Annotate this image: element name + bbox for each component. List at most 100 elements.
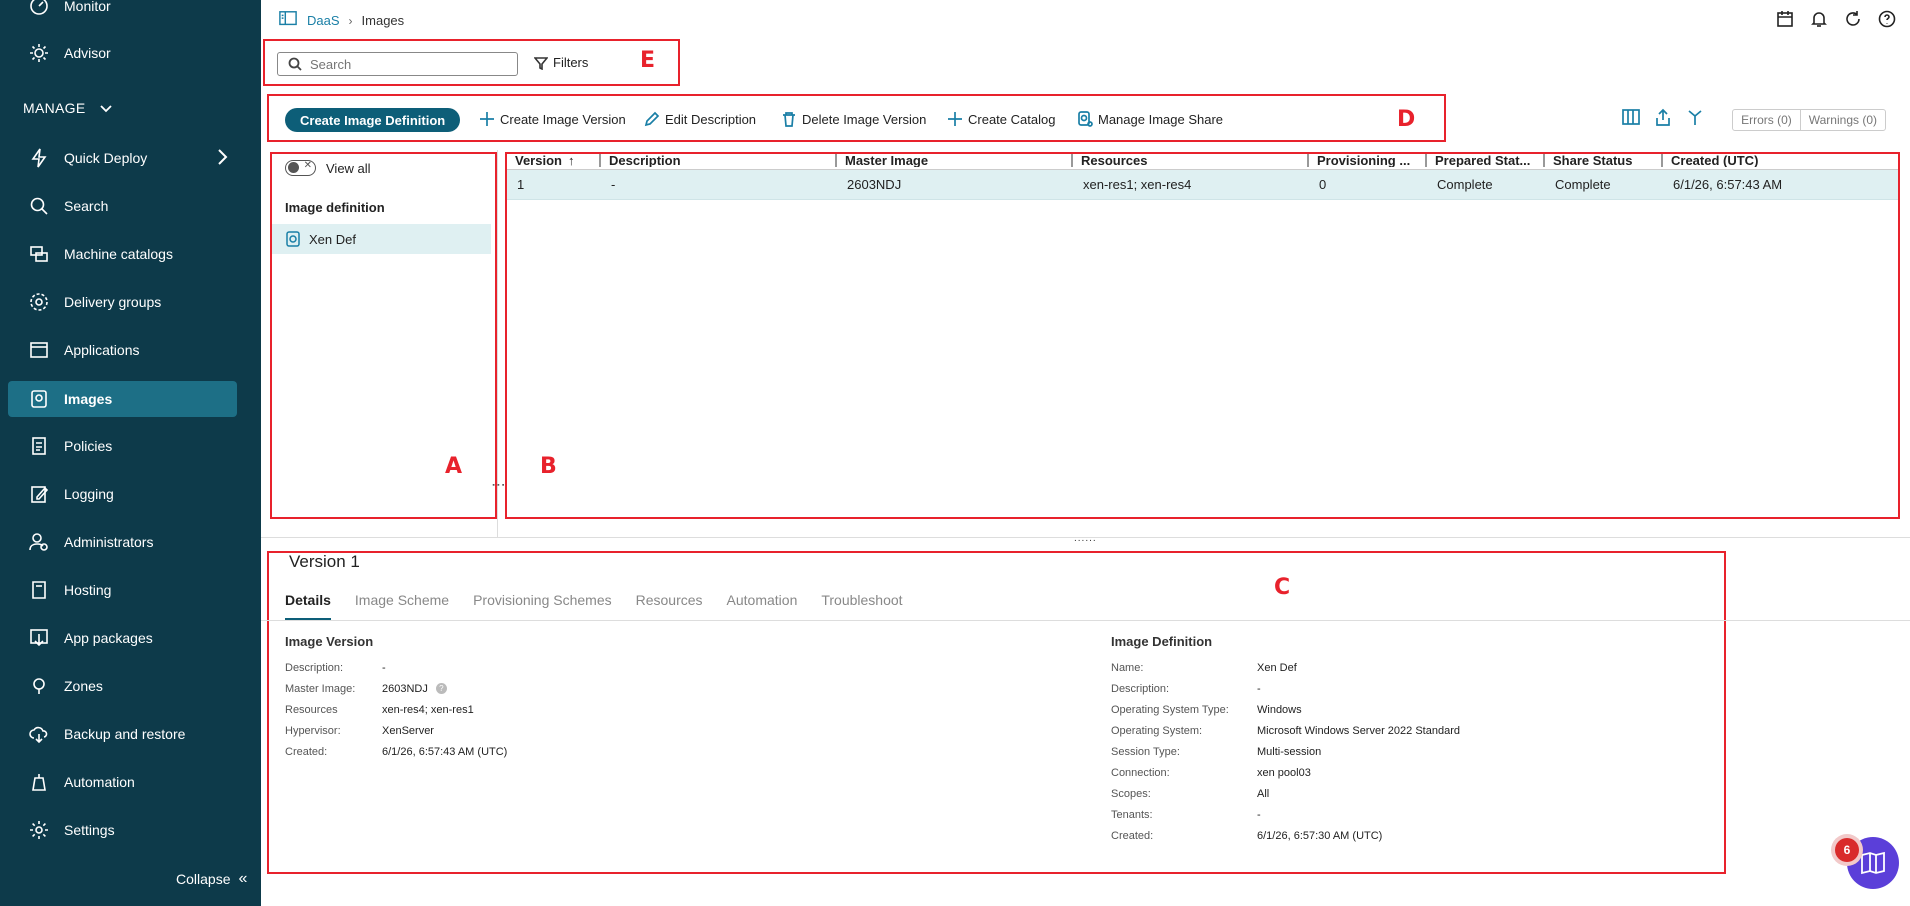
detail-key: Operating System Type: (1111, 704, 1229, 716)
sidebar-item-label: Monitor (64, 0, 111, 14)
detail-row: Scopes: All (1111, 788, 1269, 800)
edit-description-button[interactable]: Edit Description (644, 111, 756, 127)
tab-troubleshoot[interactable]: Troubleshoot (821, 592, 902, 620)
application-icon (28, 339, 50, 361)
delete-image-version-button[interactable]: Delete Image Version (781, 111, 926, 127)
detail-key: Scopes: (1111, 788, 1151, 800)
sidebar-item-applications[interactable]: Applications (8, 332, 237, 368)
sidebar-item-monitor[interactable]: Monitor (8, 0, 237, 24)
logging-icon (28, 483, 50, 505)
search-input[interactable] (310, 56, 500, 72)
sidebar-item-policies[interactable]: Policies (8, 428, 237, 464)
sidebar-item-automation[interactable]: Automation (8, 764, 237, 800)
detail-row: Tenants: - (1111, 809, 1261, 821)
create-image-version-button[interactable]: Create Image Version (479, 111, 626, 127)
detail-value: Windows (1257, 704, 1302, 716)
detail-value: - (382, 662, 386, 674)
sidebar-item-label: App packages (64, 630, 153, 646)
tab-details[interactable]: Details (285, 592, 331, 620)
annotation-label-e: E (640, 48, 656, 73)
sidebar-item-label: Images (64, 391, 113, 407)
tab-resources[interactable]: Resources (636, 592, 703, 620)
policy-icon (28, 435, 50, 457)
errors-warnings-group: Errors (0) Warnings (0) (1732, 108, 1886, 131)
image-icon (28, 388, 50, 410)
detail-row: Connection: xen pool03 (1111, 767, 1311, 779)
create-image-definition-button[interactable]: Create Image Definition (285, 108, 461, 132)
detail-key: Connection: (1111, 767, 1170, 779)
sidebar-item-machine-catalogs[interactable]: Machine catalogs (8, 236, 237, 272)
sidebar-item-search[interactable]: Search (8, 188, 237, 224)
create-image-version-label: Create Image Version (500, 111, 626, 127)
sidebar-item-quick-deploy[interactable]: Quick Deploy (8, 140, 237, 176)
detail-row: Session Type: Multi-session (1111, 746, 1321, 758)
calendar-icon[interactable] (1776, 10, 1796, 30)
sidebar-item-settings[interactable]: Settings (8, 812, 237, 848)
detail-value: - (1257, 809, 1261, 821)
create-catalog-button[interactable]: Create Catalog (947, 111, 1055, 127)
sidebar-item-zones[interactable]: Zones (8, 668, 237, 704)
version-title: Version 1 (289, 552, 360, 571)
notification-count-badge: 6 (1835, 838, 1859, 862)
sun-icon (28, 42, 50, 64)
detail-value: 6/1/26, 6:57:43 AM (UTC) (382, 746, 508, 758)
warnings-button[interactable]: Warnings (0) (1799, 109, 1885, 130)
trash-icon (783, 112, 795, 127)
sidebar-item-app-packages[interactable]: App packages (8, 620, 237, 656)
sidebar-item-backup-restore[interactable]: Backup and restore (8, 716, 237, 752)
detail-value: 6/1/26, 6:57:30 AM (UTC) (1257, 830, 1383, 842)
tab-automation[interactable]: Automation (727, 592, 798, 620)
bell-icon[interactable] (1810, 10, 1830, 30)
delete-image-version-label: Delete Image Version (802, 111, 927, 127)
breadcrumb-daas-link[interactable]: DaaS (307, 13, 340, 28)
double-chevron-left-icon: « (238, 870, 248, 887)
sidebar-item-label: Logging (64, 486, 114, 502)
app-packages-icon (28, 627, 50, 649)
chevron-right-icon[interactable] (213, 148, 233, 168)
export-icon[interactable] (1654, 108, 1672, 131)
sidebar-item-delivery-groups[interactable]: Delivery groups (8, 284, 237, 320)
sidebar-item-advisor[interactable]: Advisor (8, 35, 237, 71)
columns-icon[interactable] (1622, 108, 1640, 131)
sidebar-item-label: Policies (64, 438, 113, 454)
sidebar-item-label: Quick Deploy (64, 150, 148, 166)
sidebar-item-label: Automation (64, 774, 135, 790)
detail-key: Session Type: (1111, 746, 1180, 758)
sidebar-item-label: Backup and restore (64, 726, 186, 742)
detail-key: Description: (285, 662, 344, 674)
manage-image-share-button[interactable]: Manage Image Share (1077, 111, 1223, 127)
detail-value: xen pool03 (1257, 767, 1311, 779)
tab-image-scheme[interactable]: Image Scheme (355, 592, 449, 620)
search-field[interactable] (277, 52, 518, 76)
detail-key: Hypervisor: (285, 725, 341, 737)
tab-provisioning-schemes[interactable]: Provisioning Schemes (473, 592, 612, 620)
info-icon[interactable]: ? (435, 683, 447, 694)
detail-key: Tenants: (1111, 809, 1153, 821)
help-icon[interactable] (1878, 10, 1898, 30)
detail-key: Created: (1111, 830, 1154, 842)
sidebar-item-label: Hosting (64, 582, 112, 598)
search-icon (28, 195, 50, 217)
hosting-icon (28, 579, 50, 601)
manage-section-toggle[interactable]: MANAGE (23, 100, 113, 116)
sidebar-item-hosting[interactable]: Hosting (8, 572, 237, 608)
annotation-label-d: D (1397, 107, 1416, 132)
refresh-icon[interactable] (1844, 10, 1864, 30)
horizontal-splitter-handle[interactable]: ...... (1074, 533, 1097, 544)
sidebar-toggle-icon[interactable] (278, 10, 298, 31)
tree-icon[interactable] (1686, 108, 1704, 131)
filters-button[interactable]: Filters (534, 55, 588, 70)
sidebar-item-images[interactable]: Images (8, 381, 237, 417)
errors-button[interactable]: Errors (0) (1733, 110, 1800, 130)
image-definition-details-heading: Image Definition (1111, 634, 1213, 649)
sidebar-item-label: Delivery groups (64, 294, 162, 310)
machine-catalog-icon (28, 243, 50, 265)
sidebar-item-logging[interactable]: Logging (8, 476, 237, 512)
annotation-box-b (505, 152, 1900, 519)
gauge-icon (28, 0, 50, 17)
annotation-label-c: C (1274, 575, 1291, 600)
tabs-divider (261, 620, 1910, 621)
detail-row: Operating System Type: Windows (1111, 704, 1302, 716)
collapse-button[interactable]: Collapse « (176, 870, 247, 888)
sidebar-item-administrators[interactable]: Administrators (8, 524, 237, 560)
